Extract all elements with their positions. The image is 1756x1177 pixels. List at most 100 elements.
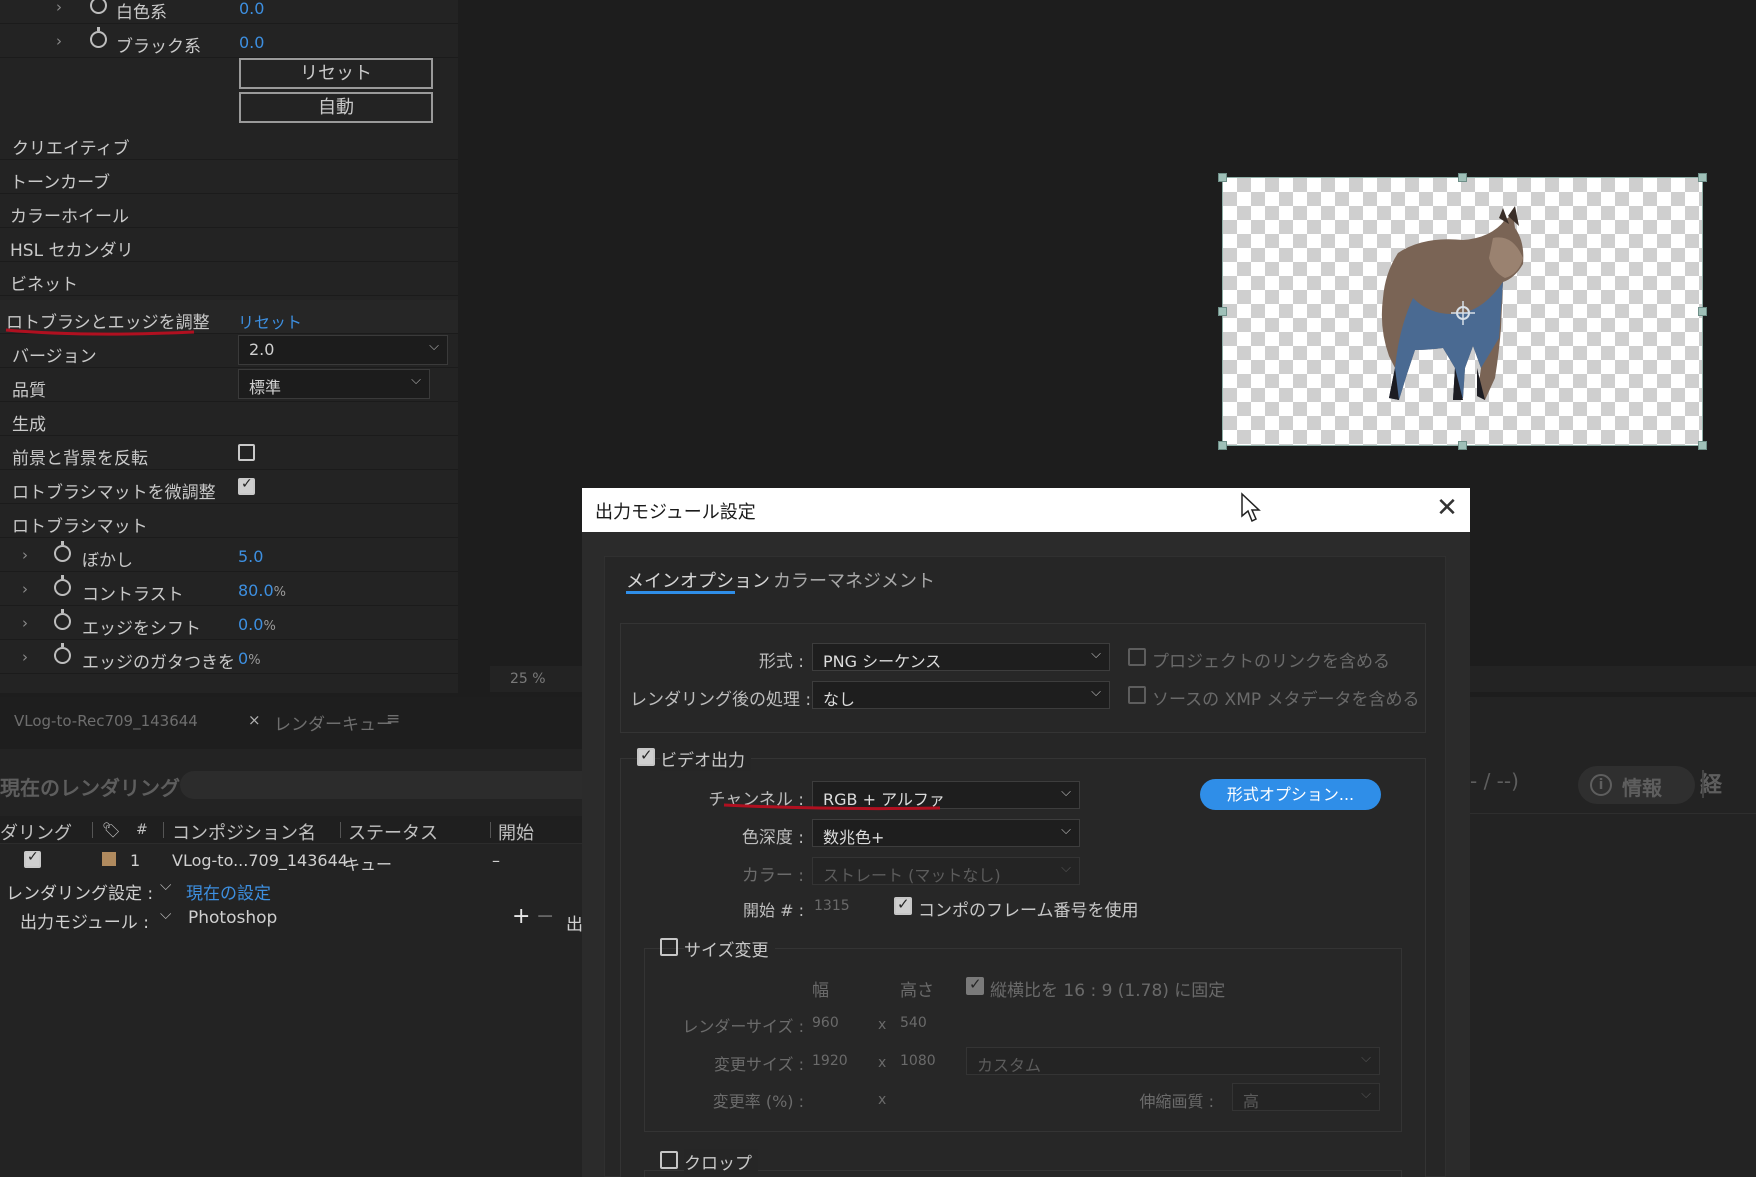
resize-checkbox[interactable]: [660, 938, 678, 956]
current-rendering-label: 現在のレンダリング: [0, 776, 180, 800]
stopwatch-icon[interactable]: [54, 575, 71, 596]
resize-preset-dropdown[interactable]: カスタム ⌵: [966, 1047, 1380, 1075]
refine-checkbox[interactable]: [238, 476, 255, 495]
use-comp-frame-checkbox[interactable]: [894, 895, 912, 915]
chevron-down-icon[interactable]: ⌵: [160, 876, 171, 894]
expand-chevron-icon[interactable]: ›: [56, 0, 62, 16]
divider: [1470, 813, 1756, 814]
tab-composition[interactable]: VLog-to-Rec709_143644: [14, 712, 198, 730]
panel-menu-icon[interactable]: ≡: [386, 709, 400, 729]
transform-handle[interactable]: [1218, 307, 1227, 316]
section-creative[interactable]: クリエイティブ: [0, 126, 458, 160]
expand-chevron-icon[interactable]: ›: [22, 648, 28, 666]
transform-handle[interactable]: [1698, 307, 1707, 316]
section-color-wheels[interactable]: カラーホイール: [0, 194, 458, 228]
stopwatch-icon[interactable]: [54, 643, 71, 664]
blacks-row: › ブラック系 0.0: [0, 24, 458, 58]
color-value: ストレート (マットなし): [823, 866, 1001, 885]
expand-chevron-icon[interactable]: ›: [56, 32, 62, 50]
section-hsl-secondary[interactable]: HSL セカンダリ: [0, 228, 458, 262]
transform-handle[interactable]: [1218, 173, 1227, 182]
chevron-down-icon: ⌵: [1061, 823, 1071, 838]
roto-reset-link[interactable]: リセット: [238, 309, 302, 333]
version-dropdown[interactable]: 2.0 ⌵: [238, 335, 448, 365]
include-xmp-checkbox[interactable]: [1128, 686, 1146, 704]
stopwatch-icon[interactable]: [54, 541, 71, 562]
post-render-dropdown[interactable]: なし ⌵: [812, 681, 1110, 709]
whites-value[interactable]: 0.0: [239, 0, 264, 18]
layer-preview[interactable]: [1218, 173, 1707, 450]
transform-handle[interactable]: [1458, 173, 1467, 182]
col-status[interactable]: ステータス: [348, 819, 438, 845]
queue-row[interactable]: 1 VLog-to...709_143644 キュー –: [0, 846, 582, 876]
times-sign: x: [878, 1055, 887, 1071]
transform-handle[interactable]: [1698, 173, 1707, 182]
tab-color-management[interactable]: カラーマネジメント: [773, 567, 935, 593]
lock-aspect-checkbox[interactable]: [966, 975, 984, 995]
width-header: 幅: [812, 981, 829, 1001]
transform-handle[interactable]: [1698, 441, 1707, 450]
tab-main-options[interactable]: メインオプション: [626, 567, 770, 593]
reset-button[interactable]: リセット: [239, 58, 433, 89]
video-output-checkbox[interactable]: [637, 746, 655, 766]
add-output-icon[interactable]: +: [512, 904, 530, 929]
close-tab-icon[interactable]: ×: [248, 711, 261, 729]
color-dropdown[interactable]: ストレート (マットなし) ⌵: [812, 857, 1080, 885]
remove-output-icon[interactable]: −: [536, 904, 554, 929]
section-tone-curve[interactable]: トーンカーブ: [0, 160, 458, 194]
label-color-swatch[interactable]: [102, 852, 116, 866]
divider: [1702, 770, 1704, 798]
chatter-value[interactable]: 0%: [238, 649, 261, 668]
feather-value[interactable]: 5.0: [238, 547, 263, 566]
chevron-down-icon: ⌵: [1061, 785, 1071, 800]
col-render[interactable]: ダリング: [0, 819, 72, 845]
transform-handle[interactable]: [1458, 441, 1467, 450]
expand-chevron-icon[interactable]: ›: [22, 614, 28, 632]
zoom-level[interactable]: 25 %: [510, 671, 546, 687]
section-label: HSL セカンダリ: [10, 241, 134, 261]
col-comp-name[interactable]: コンポジション名: [172, 819, 316, 845]
effect-controls-panel: › 白色系 0.0 › ブラック系 0.0 リセット 自動 クリエイティブ トー…: [0, 0, 458, 693]
include-project-link-checkbox[interactable]: [1128, 648, 1146, 666]
col-start[interactable]: 開始: [498, 819, 534, 845]
chatter-label: エッジのガタつきを: [82, 653, 235, 673]
label-tag-icon[interactable]: 🏷: [102, 821, 121, 839]
render-checkbox[interactable]: [24, 849, 41, 868]
expand-chevron-icon[interactable]: ›: [22, 546, 28, 564]
stopwatch-icon[interactable]: [54, 609, 71, 630]
close-icon[interactable]: ✕: [1432, 493, 1462, 523]
quality-dropdown[interactable]: 標準 ⌵: [238, 369, 430, 399]
chevron-down-icon[interactable]: ⌵: [160, 905, 171, 923]
elapsed-time: - / --): [1470, 769, 1519, 793]
crop-checkbox[interactable]: [660, 1151, 678, 1169]
expand-chevron-icon[interactable]: ›: [22, 580, 28, 598]
col-number[interactable]: #: [136, 822, 148, 838]
matte-section-row[interactable]: ロトブラシマット: [0, 504, 458, 538]
start-number-label: 開始 # :: [743, 901, 804, 920]
format-dropdown[interactable]: PNG シーケンス ⌵: [812, 643, 1110, 671]
format-options-button[interactable]: 形式オプション...: [1200, 779, 1381, 810]
chevron-down-icon: ⌵: [1091, 647, 1101, 662]
stopwatch-icon[interactable]: [90, 27, 107, 48]
section-vignette[interactable]: ビネット: [0, 262, 458, 296]
blacks-value[interactable]: 0.0: [239, 33, 264, 52]
output-module-link[interactable]: Photoshop: [188, 908, 277, 928]
depth-dropdown[interactable]: 数兆色+ ⌵: [812, 819, 1080, 847]
auto-button[interactable]: 自動: [239, 92, 433, 123]
panel-tab-bar: VLog-to-Rec709_143644 × レンダーキュー ≡: [0, 697, 582, 749]
chatter-row: › エッジのガタつきを 0%: [0, 640, 458, 674]
invert-checkbox[interactable]: [238, 444, 255, 461]
resize-height[interactable]: 1080: [900, 1053, 936, 1069]
stopwatch-icon[interactable]: [90, 0, 107, 14]
render-settings-link[interactable]: 現在の設定: [186, 879, 271, 904]
format-value: PNG シーケンス: [823, 652, 942, 671]
transform-handle[interactable]: [1218, 441, 1227, 450]
post-render-value: なし: [823, 690, 856, 709]
contrast-value[interactable]: 80.0%: [238, 581, 286, 600]
shift-edge-value[interactable]: 0.0%: [238, 615, 276, 634]
start-number-value[interactable]: 1315: [814, 898, 850, 914]
tab-render-queue[interactable]: レンダーキュー: [274, 710, 393, 735]
resize-width[interactable]: 1920: [812, 1053, 848, 1069]
resize-quality-dropdown[interactable]: 高 ⌵: [1232, 1083, 1380, 1111]
info-button[interactable]: i 情報: [1578, 766, 1695, 804]
